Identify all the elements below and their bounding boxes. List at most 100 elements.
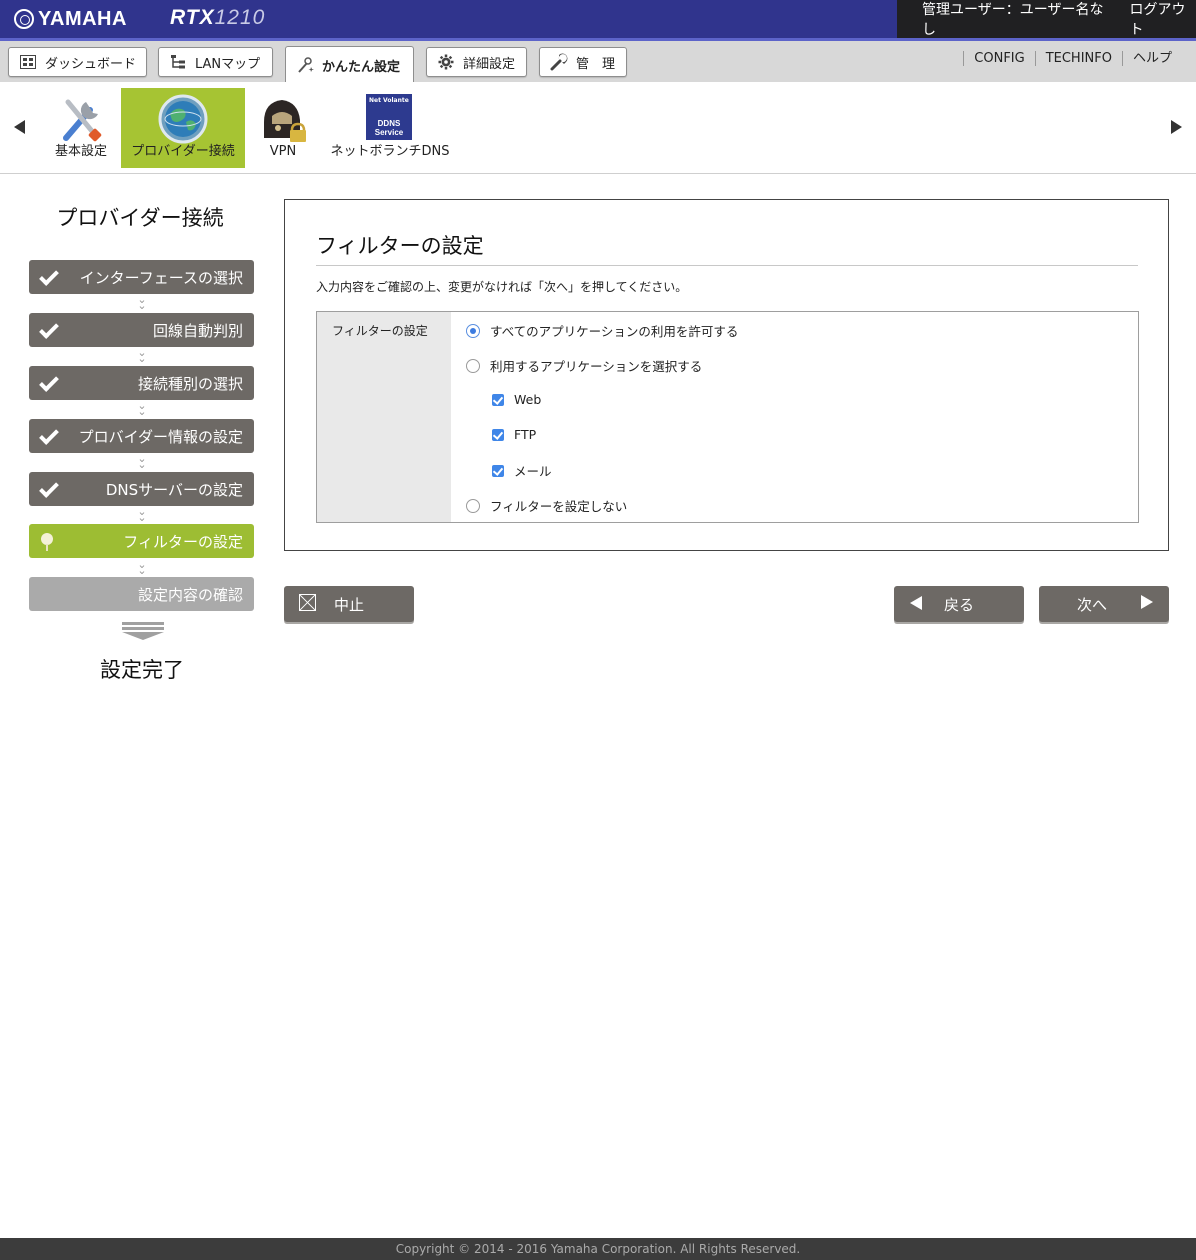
button-label: 戻る bbox=[943, 595, 974, 614]
icon-item-label: 基本設定 bbox=[54, 144, 107, 159]
mail-checkbox[interactable] bbox=[492, 464, 504, 477]
step-label: 回線自動判別 bbox=[152, 321, 243, 340]
filter-options: すべてのアプリケーションの利用を許可する 利用するアプリケーションを選択する W… bbox=[451, 312, 1138, 522]
icon-item-label: ネットボランチDNS bbox=[330, 144, 450, 159]
techinfo-link[interactable]: TECHINFO bbox=[1034, 51, 1122, 66]
ddns-badge-text: DDNS Service bbox=[374, 119, 404, 137]
select-apps-radio[interactable] bbox=[466, 358, 480, 373]
tab-label: 詳細設定 bbox=[463, 56, 516, 72]
option-app-ftp[interactable]: FTP bbox=[492, 427, 536, 442]
allow-all-radio[interactable] bbox=[466, 323, 480, 338]
user-area: 管理ユーザー：ユーザー名なし ログアウト bbox=[897, 0, 1196, 38]
pin-icon bbox=[41, 533, 53, 551]
main-tab-bar: ダッシュボード LANマップ かんたん設定 詳細設定 管 理 CONFIG TE… bbox=[0, 41, 1196, 83]
tab-label: 管 理 bbox=[576, 56, 616, 72]
option-select-apps[interactable]: 利用するアプリケーションを選択する bbox=[466, 356, 702, 375]
logout-link[interactable]: ログアウト bbox=[1130, 0, 1196, 39]
field-label: フィルターの設定 bbox=[317, 312, 451, 522]
wizard-icon-strip: 基本設定 プロバイダー接続 VPN Net Volante DDNS Servi… bbox=[0, 82, 1196, 174]
icon-item-provider-connection[interactable]: プロバイダー接続 bbox=[121, 88, 245, 168]
option-label: Web bbox=[514, 392, 542, 407]
tab-advanced-settings[interactable]: 詳細設定 bbox=[426, 47, 527, 77]
filter-settings-panel: フィルターの設定 入力内容をご確認の上、変更がなければ「次へ」を押してください。… bbox=[284, 199, 1169, 551]
arrow-right-icon bbox=[1141, 595, 1153, 609]
scroll-right-arrow-icon[interactable] bbox=[1171, 120, 1182, 134]
setup-complete-label: 設定完了 bbox=[100, 658, 184, 682]
help-link[interactable]: ヘルプ bbox=[1121, 51, 1182, 66]
icon-item-label: プロバイダー接続 bbox=[131, 144, 235, 159]
step-interface-selection: インターフェースの選択 bbox=[29, 260, 254, 294]
chevron-down-icon: ⌄ ⌄ bbox=[137, 505, 147, 524]
step-confirm-settings: 設定内容の確認 bbox=[29, 577, 254, 611]
icon-item-label: VPN bbox=[269, 144, 297, 159]
option-no-filter[interactable]: フィルターを設定しない bbox=[466, 496, 627, 515]
option-label: メール bbox=[514, 464, 552, 479]
top-links: CONFIG TECHINFO ヘルプ bbox=[963, 51, 1182, 66]
ftp-checkbox[interactable] bbox=[492, 428, 504, 441]
config-link[interactable]: CONFIG bbox=[963, 51, 1034, 66]
option-label: FTP bbox=[514, 427, 537, 442]
globe-icon bbox=[158, 94, 208, 144]
ddns-icon: Net Volante DDNS Service bbox=[366, 94, 412, 140]
model-number: 1210 bbox=[214, 6, 266, 29]
step-label: 接続種別の選択 bbox=[137, 374, 243, 393]
icon-item-netvolante-dns[interactable]: Net Volante DDNS Service ネットボランチDNS bbox=[326, 88, 454, 168]
page-title: フィルターの設定 bbox=[316, 234, 484, 258]
ddns-badge-top: Net Volante bbox=[369, 97, 409, 104]
title-divider bbox=[316, 265, 1138, 266]
step-label: プロバイダー情報の設定 bbox=[78, 427, 243, 446]
filter-form-table: フィルターの設定 すべてのアプリケーションの利用を許可する 利用するアプリケーシ… bbox=[316, 311, 1139, 523]
chevron-down-icon: ⌄ ⌄ bbox=[137, 346, 147, 365]
step-label: フィルターの設定 bbox=[123, 532, 243, 551]
chevron-down-icon: ⌄ ⌄ bbox=[137, 558, 147, 577]
copyright-text: Copyright © 2014 - 2016 Yamaha Corporati… bbox=[395, 1242, 801, 1256]
check-icon bbox=[39, 425, 59, 445]
check-icon bbox=[39, 372, 59, 392]
tab-lanmap[interactable]: LANマップ bbox=[158, 47, 273, 77]
wand-icon bbox=[296, 56, 314, 74]
page-description: 入力内容をご確認の上、変更がなければ「次へ」を押してください。 bbox=[316, 280, 688, 294]
check-icon bbox=[39, 319, 59, 339]
tab-management[interactable]: 管 理 bbox=[539, 47, 627, 77]
option-app-mail[interactable]: メール bbox=[492, 461, 552, 480]
yamaha-logo: YAMAHA bbox=[14, 7, 127, 31]
tab-label: ダッシュボード bbox=[45, 56, 137, 72]
option-allow-all[interactable]: すべてのアプリケーションの利用を許可する bbox=[466, 321, 738, 340]
check-icon bbox=[39, 266, 59, 286]
step-label: インターフェースの選択 bbox=[79, 268, 243, 287]
tab-label: LANマップ bbox=[195, 56, 261, 72]
yamaha-tuning-fork-icon bbox=[14, 9, 34, 29]
chevron-down-icon: ⌄ ⌄ bbox=[137, 293, 147, 312]
icon-item-vpn[interactable]: VPN bbox=[250, 88, 316, 168]
icon-item-basic-settings[interactable]: 基本設定 bbox=[42, 88, 120, 168]
tab-dashboard[interactable]: ダッシュボード bbox=[8, 47, 147, 77]
step-dns-server: DNSサーバーの設定 bbox=[29, 472, 254, 506]
tab-label: かんたん設定 bbox=[322, 59, 401, 75]
chevron-down-icon: ⌄ ⌄ bbox=[137, 452, 147, 471]
step-line-auto-detection: 回線自動判別 bbox=[29, 313, 254, 347]
next-button[interactable]: 次へ bbox=[1039, 586, 1169, 622]
model-prefix: RTX bbox=[170, 6, 215, 29]
no-filter-radio[interactable] bbox=[466, 498, 480, 513]
tools-icon bbox=[56, 94, 106, 144]
web-checkbox[interactable] bbox=[492, 393, 504, 406]
vpn-lock-icon bbox=[258, 94, 308, 144]
option-label: すべてのアプリケーションの利用を許可する bbox=[490, 324, 739, 339]
step-label: DNSサーバーの設定 bbox=[105, 480, 243, 499]
button-label: 次へ bbox=[1076, 595, 1107, 614]
model-name: RTX1210 bbox=[170, 6, 265, 30]
scroll-left-arrow-icon[interactable] bbox=[14, 120, 25, 134]
cancel-button[interactable]: 中止 bbox=[284, 586, 414, 622]
back-button[interactable]: 戻る bbox=[894, 586, 1024, 622]
lanmap-icon bbox=[169, 53, 187, 71]
check-icon bbox=[39, 478, 59, 498]
button-label: 中止 bbox=[333, 595, 364, 614]
dashboard-icon bbox=[19, 53, 37, 71]
brand-name: YAMAHA bbox=[38, 7, 127, 30]
option-app-web[interactable]: Web bbox=[492, 392, 541, 407]
gear-icon bbox=[437, 53, 455, 71]
wrench-icon bbox=[550, 53, 568, 71]
step-filter-settings: フィルターの設定 bbox=[29, 524, 254, 558]
footer: Copyright © 2014 - 2016 Yamaha Corporati… bbox=[0, 1238, 1196, 1260]
tab-easy-setup[interactable]: かんたん設定 bbox=[285, 46, 414, 83]
